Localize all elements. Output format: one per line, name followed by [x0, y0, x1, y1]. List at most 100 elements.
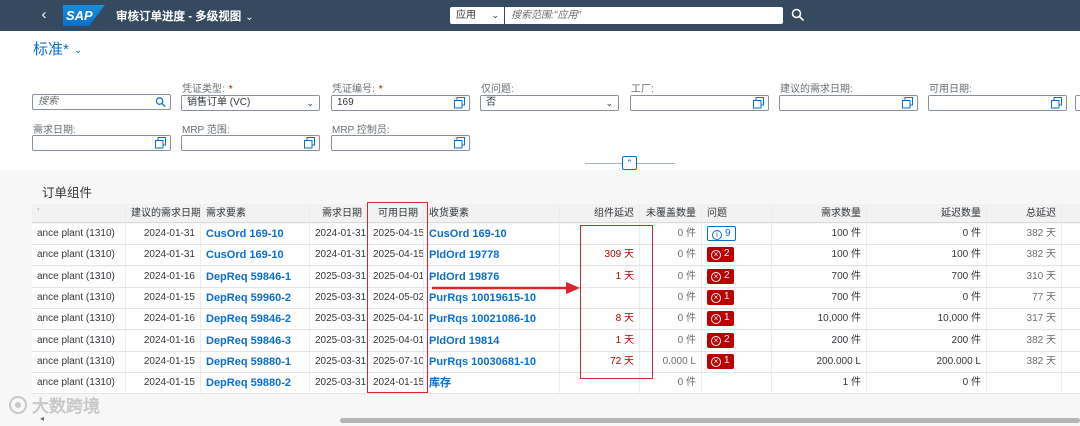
cell-total-delay-text: 310 天 [1026, 270, 1056, 282]
value-help-icon[interactable] [753, 97, 764, 109]
mrp-area-field[interactable] [181, 135, 320, 151]
cell-plant: ance plant (1310) [32, 351, 126, 372]
sap-logo[interactable]: SAP [63, 5, 105, 26]
cell-delay-qty-text: 200.000 L [936, 355, 982, 367]
link-req-element-text[interactable]: DepReq 59846-3 [206, 335, 291, 347]
link-req-element-text[interactable]: DepReq 59846-1 [206, 271, 291, 283]
cell-total-delay: 382 天 [987, 330, 1062, 351]
table-row[interactable]: ance plant (1310) 2024-01-16 DepReq 59846-… [32, 330, 1080, 352]
col-header-req-qty[interactable]: 需求数量 [772, 204, 867, 222]
filter-search-input[interactable]: 搜索 [32, 94, 171, 110]
link-req-element-text[interactable]: CusOrd 169-10 [206, 228, 284, 240]
variant-selector[interactable]: 标准* ⌄ [33, 38, 82, 59]
search-scope-select[interactable]: 应用 ⌄ [450, 7, 504, 24]
col-header-req-date[interactable]: 需求日期 [310, 204, 368, 222]
cell-total-delay [987, 373, 1062, 394]
link-receipt-element-text[interactable]: PurRqs 10030681-10 [429, 356, 536, 368]
filter-search-placeholder: 搜索 [38, 96, 58, 107]
issues-only-select[interactable]: 否 ⌄ [480, 95, 619, 111]
issue-badge[interactable]: × 2 [707, 247, 734, 263]
value-help-icon[interactable] [304, 137, 315, 149]
cell-delay-qty: 0 件 [867, 224, 987, 244]
cell-uncovered-qty: 0.000 L [640, 351, 702, 372]
table-row[interactable]: ance plant (1310) 2024-01-15 DepReq 59880-… [32, 373, 1080, 395]
cell-req-qty: 1 件 [772, 373, 867, 394]
col-header-plant[interactable]: ˙ [32, 204, 126, 222]
value-help-icon[interactable] [454, 97, 465, 109]
value-help-icon[interactable] [155, 137, 166, 149]
back-icon[interactable]: ‹ [36, 6, 52, 24]
link-receipt-element-text[interactable]: 库存 [429, 377, 451, 389]
table-row[interactable]: ance plant (1310) 2024-01-31 CusOrd 169-10… [32, 224, 1080, 245]
value-help-icon[interactable] [902, 97, 913, 109]
issue-badge[interactable]: × 2 [707, 332, 734, 348]
cell-component-delay-text: 72 天 [610, 355, 634, 367]
watermark-logo-icon [9, 396, 27, 414]
issue-badge[interactable]: × 1 [707, 311, 734, 327]
col-header-issues[interactable]: 问题 [702, 204, 772, 222]
cell-component-delay: 72 天 [560, 351, 640, 372]
cell-avail-date: 2025-04-01 [368, 266, 424, 287]
doc-no-field[interactable]: 169 [331, 95, 470, 111]
col-header-uncovered-qty[interactable]: 未覆盖数量 [640, 204, 702, 222]
collapse-header-button[interactable]: ⌃ [622, 156, 637, 170]
cell-req-date-text: 2025-03-31 [315, 334, 367, 346]
link-req-element-text[interactable]: DepReq 59846-2 [206, 313, 291, 325]
col-header-suggested-date[interactable]: 建议的需求日期 [126, 204, 201, 222]
link-req-element-text[interactable]: DepReq 59880-2 [206, 377, 291, 389]
link-req-element-text[interactable]: DepReq 59960-2 [206, 292, 291, 304]
link-receipt-element-text[interactable]: PldOrd 19778 [429, 249, 499, 261]
col-header-delay-qty[interactable]: 延迟数量 [867, 204, 987, 222]
doc-type-select[interactable]: 销售订单 (VC) ⌄ [181, 95, 320, 111]
issue-badge[interactable]: × 1 [707, 289, 734, 305]
link-req-element: DepReq 59960-2 [201, 287, 310, 308]
col-header-avail-date[interactable]: 可用日期 [368, 204, 424, 222]
issue-badge[interactable]: × 2 [707, 268, 734, 284]
col-header-receipt-element[interactable]: 收货要素 [424, 204, 560, 222]
mrp-controller-field[interactable] [331, 135, 470, 151]
cell-uncovered-qty: 0 件 [640, 224, 702, 244]
cell-req-date-text: 2025-03-31 [315, 313, 367, 325]
cell-suggested-date: 2024-01-31 [126, 245, 201, 266]
issue-badge[interactable]: × 1 [707, 353, 734, 369]
link-receipt-element-text[interactable]: PldOrd 19814 [429, 335, 499, 347]
overflow-filter-field[interactable] [1075, 95, 1080, 111]
col-header-req-element[interactable]: 需求要素 [201, 204, 310, 222]
suggested-date-field[interactable] [779, 95, 918, 111]
cell-avail-date-text: 2025-04-15 [373, 249, 424, 261]
link-receipt-element-text[interactable]: PurRqs 10021086-10 [429, 313, 536, 325]
link-receipt-element-text[interactable]: CusOrd 169-10 [429, 228, 507, 240]
req-date-field[interactable] [32, 135, 171, 151]
search-icon[interactable] [155, 96, 166, 108]
cell-total-delay: 77 天 [987, 287, 1062, 308]
link-receipt-element-text[interactable]: PldOrd 19876 [429, 271, 499, 283]
cell-delay-qty-text: 10,000 件 [937, 313, 981, 325]
link-receipt-element: CusOrd 169-10 [424, 224, 560, 244]
table-row[interactable]: ance plant (1310) 2024-01-16 DepReq 59846-… [32, 309, 1080, 331]
cell-req-date-text: 2025-03-31 [315, 377, 367, 389]
link-req-element-text[interactable]: CusOrd 169-10 [206, 249, 284, 261]
cell-avail-date: 2025-04-15 [368, 224, 424, 244]
plant-field[interactable] [630, 95, 769, 111]
scrollbar-thumb[interactable] [340, 418, 1080, 423]
col-header-component-delay[interactable]: 组件延迟 [560, 204, 640, 222]
cell-total-delay-text: 382 天 [1026, 334, 1056, 346]
app-title[interactable]: 审核订单进度 - 多级视图 ⌄ [116, 8, 254, 24]
search-icon[interactable] [791, 8, 805, 22]
shell-search-input[interactable]: 搜索范围:"应用" [505, 7, 783, 24]
col-header-total-delay[interactable]: 总延迟 [987, 204, 1062, 222]
link-req-element-text[interactable]: DepReq 59880-1 [206, 356, 291, 368]
cell-req-date: 2024-01-31 [310, 245, 368, 266]
issue-badge[interactable]: i9 [707, 226, 736, 241]
horizontal-scrollbar[interactable]: ◂ [40, 414, 1080, 424]
cell-req-date-text: 2024-01-31 [315, 249, 367, 261]
table-row[interactable]: ance plant (1310) 2024-01-31 CusOrd 169-10… [32, 245, 1080, 267]
cell-suggested-date: 2024-01-15 [126, 287, 201, 308]
cell-req-date: 2025-03-31 [310, 373, 368, 394]
value-help-icon[interactable] [454, 137, 465, 149]
cell-issues: × 2 [702, 330, 772, 351]
avail-date-field[interactable] [928, 95, 1067, 111]
table-row[interactable]: ance plant (1310) 2024-01-15 DepReq 59880-… [32, 351, 1080, 373]
cell-avail-date: 2025-07-10 [368, 351, 424, 372]
value-help-icon[interactable] [1051, 97, 1062, 109]
